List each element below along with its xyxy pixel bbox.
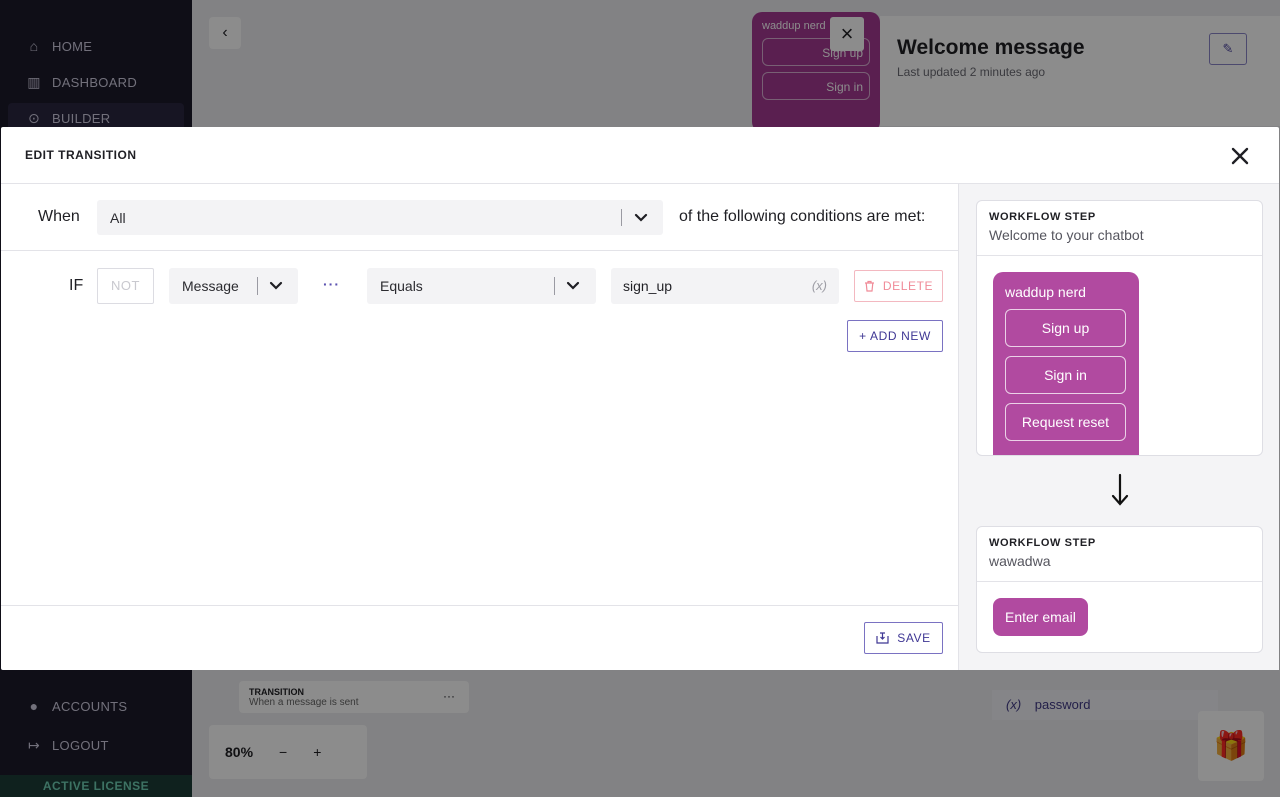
arrow-down-icon <box>1111 473 1129 506</box>
quick-reply-button: Sign up <box>1005 309 1126 347</box>
operator-select[interactable]: Equals <box>367 268 596 304</box>
edit-transition-modal: EDIT TRANSITION When All of the followin… <box>1 127 1279 670</box>
trash-icon <box>864 280 874 292</box>
operator-value: Equals <box>380 278 423 294</box>
modal-close-button[interactable] <box>1227 143 1253 169</box>
if-label: IF <box>69 277 84 294</box>
workflow-step-card-from: WORKFLOW STEP Welcome to your chatbot wa… <box>976 200 1263 456</box>
delete-label: DELETE <box>882 279 934 293</box>
not-toggle[interactable]: NOT <box>97 268 154 304</box>
quick-reply-button: Request reset <box>1005 403 1126 441</box>
modal-title: EDIT TRANSITION <box>25 148 137 162</box>
add-condition-button[interactable]: + ADD NEW <box>847 320 943 352</box>
when-suffix: of the following conditions are met: <box>679 208 926 225</box>
match-mode-value: All <box>110 209 126 226</box>
quick-reply-button: Sign in <box>1005 356 1126 394</box>
select-separator <box>554 277 555 295</box>
workflow-step-name: Welcome to your chatbot <box>989 227 1144 243</box>
condition-row: IF NOT Message ··· Equals sign_up (x) DE… <box>1 268 958 304</box>
variable-insert-icon[interactable]: (x) <box>812 278 827 293</box>
delete-condition-button[interactable]: DELETE <box>854 270 943 302</box>
workflow-step-card-to: WORKFLOW STEP wawadwa Enter email <box>976 526 1263 653</box>
field-value: Message <box>182 278 239 294</box>
more-options-button[interactable]: ··· <box>323 276 340 292</box>
workflow-step-header: WORKFLOW STEP Welcome to your chatbot <box>977 201 1262 256</box>
input-prompt-pill: Enter email <box>993 598 1088 636</box>
select-separator <box>257 277 258 295</box>
modal-header: EDIT TRANSITION <box>1 127 1279 184</box>
when-label: When <box>38 208 80 225</box>
preview-pane: WORKFLOW STEP Welcome to your chatbot wa… <box>959 184 1279 670</box>
modal-footer: SAVE <box>1 605 958 670</box>
chevron-down-icon <box>634 213 648 222</box>
select-separator <box>621 209 622 226</box>
bot-message-bubble: waddup nerd Sign up Sign in Request rese… <box>993 272 1139 455</box>
match-mode-select[interactable]: All <box>97 200 663 235</box>
bot-message-text: waddup nerd <box>1005 284 1086 300</box>
close-icon <box>1231 147 1249 165</box>
condition-value: sign_up <box>623 278 673 294</box>
save-button[interactable]: SAVE <box>864 622 943 654</box>
workflow-step-kind: WORKFLOW STEP <box>989 537 1096 549</box>
chevron-down-icon <box>269 281 283 290</box>
workflow-step-kind: WORKFLOW STEP <box>989 211 1096 223</box>
save-label: SAVE <box>897 631 931 645</box>
save-icon <box>876 632 889 644</box>
chevron-down-icon <box>566 281 580 290</box>
workflow-step-header: WORKFLOW STEP wawadwa <box>977 527 1262 582</box>
conditions-pane: When All of the following conditions are… <box>1 184 959 670</box>
when-row: When All of the following conditions are… <box>1 184 958 251</box>
workflow-step-name: wawadwa <box>989 553 1051 569</box>
field-select[interactable]: Message <box>169 268 298 304</box>
condition-value-input[interactable]: sign_up (x) <box>611 268 839 304</box>
